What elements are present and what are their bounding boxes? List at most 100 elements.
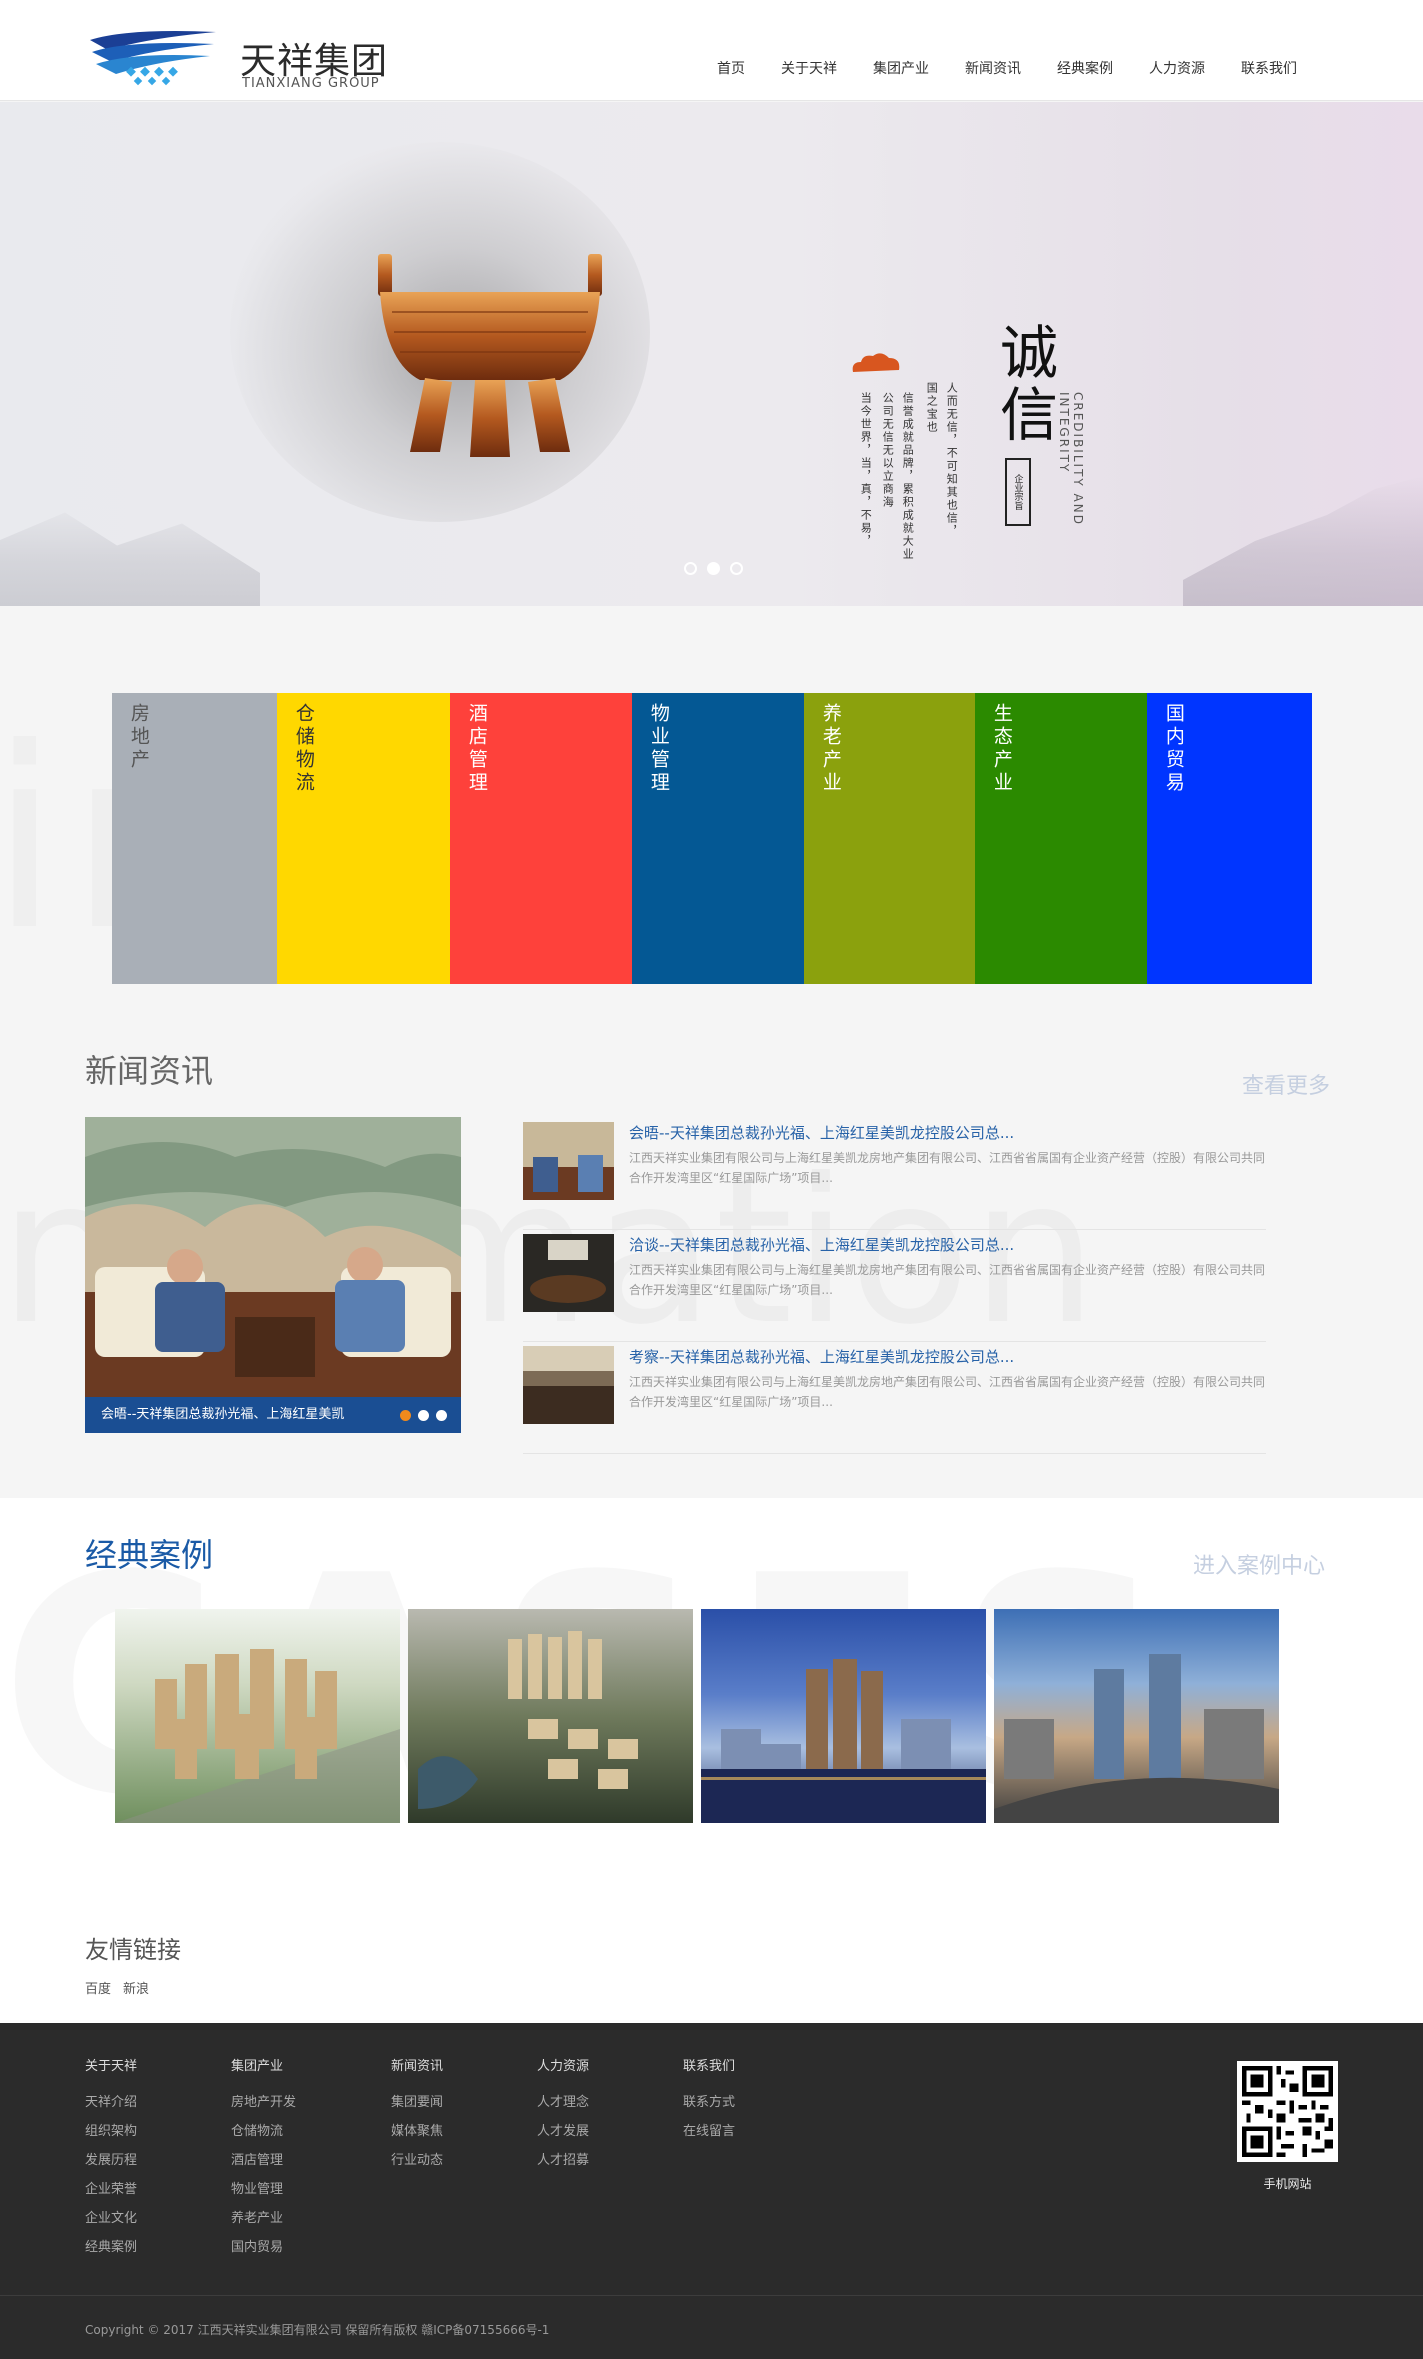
news-title[interactable]: 洽谈--天祥集团总裁孙光福、上海红星美凯龙控股公司总... — [629, 1234, 1014, 1255]
footer-column-heading[interactable]: 关于天祥 — [85, 2055, 231, 2074]
logo[interactable]: 天祥集团 TIANXIANG GROUP — [88, 28, 388, 91]
industry-blocks: 房地产 仓储物流 酒店管理 物业管理 养老产业 生态产业 国内贸易 — [112, 693, 1312, 984]
slider-dot-active[interactable] — [400, 1410, 411, 1421]
footer-link[interactable]: 人才理念 — [537, 2088, 683, 2117]
friend-links-section: 友情链接 百度 新浪 — [0, 1860, 1423, 2023]
site-header: 天祥集团 TIANXIANG GROUP 首页 关于天祥 集团产业 新闻资讯 经… — [0, 0, 1423, 101]
footer-link[interactable]: 组织架构 — [85, 2117, 231, 2146]
industry-block-realestate[interactable]: 房地产 — [112, 693, 277, 984]
footer-link[interactable]: 在线留言 — [683, 2117, 829, 2146]
footer-link[interactable]: 集团要闻 — [391, 2088, 537, 2117]
industry-section: industr 房地产 仓储物流 酒店管理 物业管理 养老产业 生态产业 国内贸… — [0, 606, 1423, 1046]
footer-column: 联系我们 联系方式 在线留言 — [683, 2055, 829, 2262]
industry-label: 国内贸易 — [1162, 703, 1185, 795]
industry-label: 仓储物流 — [292, 703, 315, 795]
slider-dot[interactable] — [436, 1410, 447, 1421]
nav-contact[interactable]: 联系我们 — [1223, 58, 1297, 78]
news-title[interactable]: 会晤--天祥集团总裁孙光福、上海红星美凯龙控股公司总... — [629, 1122, 1014, 1143]
footer-link[interactable]: 企业荣誉 — [85, 2175, 231, 2204]
footer-link[interactable]: 养老产业 — [231, 2204, 391, 2233]
case-card[interactable] — [994, 1609, 1279, 1823]
footer-link[interactable]: 媒体聚焦 — [391, 2117, 537, 2146]
footer-link[interactable]: 企业文化 — [85, 2204, 231, 2233]
friend-link[interactable]: 新浪 — [123, 1978, 149, 1997]
slogan-line: 信誉成就品牌，累积成就大业 — [901, 392, 915, 561]
footer-column-heading[interactable]: 人力资源 — [537, 2055, 683, 2074]
nav-about[interactable]: 关于天祥 — [763, 58, 855, 78]
cloud-ornament-icon — [852, 353, 900, 372]
industry-label: 生态产业 — [990, 703, 1013, 795]
hero-banner[interactable]: 人而无信，不可知其也信， 国之宝也 信誉成就品牌，累积成就大业 公司无信无以立商… — [0, 102, 1423, 606]
industry-label: 酒店管理 — [465, 703, 488, 795]
nav-hr[interactable]: 人力资源 — [1131, 58, 1223, 78]
slogan-line: 国之宝也 — [925, 382, 939, 434]
main-nav: 首页 关于天祥 集团产业 新闻资讯 经典案例 人力资源 联系我们 — [699, 58, 1297, 78]
news-section: Information 新闻资讯 查看更多 会晤--天祥集团总裁孙光福、上海红星… — [0, 1046, 1423, 1498]
qr-code — [1237, 2061, 1338, 2162]
industry-block-logistics[interactable]: 仓储物流 — [277, 693, 450, 984]
case-card[interactable] — [115, 1609, 400, 1823]
cases-more-link[interactable]: 进入案例中心 — [1193, 1548, 1325, 1580]
featured-news-slider[interactable]: 会晤--天祥集团总裁孙光福、上海红星美凯 — [85, 1117, 461, 1433]
seal-stamp: 企业宗旨 — [1005, 458, 1031, 526]
banner-dot[interactable] — [730, 562, 743, 575]
news-item[interactable]: 考察--天祥集团总裁孙光福、上海红星美凯龙控股公司总... 江西天祥实业集团有限… — [523, 1342, 1266, 1454]
friend-links-title: 友情链接 — [85, 1936, 181, 1964]
banner-title: 诚信 — [990, 322, 1058, 446]
footer-link[interactable]: 物业管理 — [231, 2175, 391, 2204]
nav-news[interactable]: 新闻资讯 — [947, 58, 1039, 78]
nav-cases[interactable]: 经典案例 — [1039, 58, 1131, 78]
footer-column: 人力资源 人才理念 人才发展 人才招募 — [537, 2055, 683, 2262]
banner-dot[interactable] — [684, 562, 697, 575]
footer-column-heading[interactable]: 集团产业 — [231, 2055, 391, 2074]
footer-link[interactable]: 人才招募 — [537, 2146, 683, 2175]
case-photo — [701, 1659, 986, 1823]
news-item[interactable]: 洽谈--天祥集团总裁孙光福、上海红星美凯龙控股公司总... 江西天祥实业集团有限… — [523, 1230, 1266, 1342]
slogan-line: 公司无信无以立商海 — [881, 392, 895, 509]
mountain-illustration — [1183, 476, 1423, 606]
banner-subtitle: CREDIBILITY AND INTEGRITY — [1057, 392, 1085, 526]
footer-link[interactable]: 人才发展 — [537, 2117, 683, 2146]
footer-link[interactable]: 发展历程 — [85, 2146, 231, 2175]
industry-block-trade[interactable]: 国内贸易 — [1147, 693, 1312, 984]
slider-dot[interactable] — [418, 1410, 429, 1421]
news-more-link[interactable]: 查看更多 — [1242, 1068, 1330, 1100]
industry-block-property[interactable]: 物业管理 — [632, 693, 804, 984]
featured-news-pagination — [400, 1410, 447, 1421]
news-title[interactable]: 考察--天祥集团总裁孙光福、上海红星美凯龙控股公司总... — [629, 1346, 1014, 1367]
footer-link[interactable]: 酒店管理 — [231, 2146, 391, 2175]
footer-column-heading[interactable]: 联系我们 — [683, 2055, 829, 2074]
featured-news-photo — [85, 1117, 461, 1397]
industry-block-hotel[interactable]: 酒店管理 — [450, 693, 632, 984]
footer-column-heading[interactable]: 新闻资讯 — [391, 2055, 537, 2074]
footer-link[interactable]: 国内贸易 — [231, 2233, 391, 2262]
site-footer: 关于天祥 天祥介绍 组织架构 发展历程 企业荣誉 企业文化 经典案例 集团产业 … — [0, 2023, 1423, 2359]
news-thumbnail — [523, 1234, 614, 1312]
nav-home[interactable]: 首页 — [699, 58, 763, 78]
industry-label: 养老产业 — [819, 703, 842, 795]
footer-link[interactable]: 联系方式 — [683, 2088, 829, 2117]
friend-link[interactable]: 百度 — [85, 1978, 111, 1997]
banner-pagination — [684, 562, 743, 575]
logo-name-en: TIANXIANG GROUP — [242, 76, 380, 91]
case-card[interactable] — [701, 1609, 986, 1823]
news-item[interactable]: 会晤--天祥集团总裁孙光福、上海红星美凯龙控股公司总... 江西天祥实业集团有限… — [523, 1118, 1266, 1230]
banner-dot-active[interactable] — [707, 562, 720, 575]
news-summary: 江西天祥实业集团有限公司与上海红星美凯龙房地产集团有限公司、江西省省属国有企业资… — [629, 1151, 1266, 1185]
industry-block-ecology[interactable]: 生态产业 — [975, 693, 1147, 984]
industry-block-elderly[interactable]: 养老产业 — [804, 693, 975, 984]
bronze-ding-icon — [378, 254, 602, 457]
footer-link[interactable]: 天祥介绍 — [85, 2088, 231, 2117]
footer-nav: 关于天祥 天祥介绍 组织架构 发展历程 企业荣誉 企业文化 经典案例 集团产业 … — [85, 2055, 829, 2262]
cases-section-title: 经典案例 — [85, 1536, 214, 1574]
case-card[interactable] — [408, 1609, 693, 1823]
mountain-illustration — [0, 512, 260, 606]
footer-link[interactable]: 经典案例 — [85, 2233, 231, 2262]
industry-label: 物业管理 — [647, 703, 670, 795]
footer-link[interactable]: 房地产开发 — [231, 2088, 391, 2117]
footer-column: 集团产业 房地产开发 仓储物流 酒店管理 物业管理 养老产业 国内贸易 — [231, 2055, 391, 2262]
footer-link[interactable]: 行业动态 — [391, 2146, 537, 2175]
footer-link[interactable]: 仓储物流 — [231, 2117, 391, 2146]
nav-industry[interactable]: 集团产业 — [855, 58, 947, 78]
news-summary: 江西天祥实业集团有限公司与上海红星美凯龙房地产集团有限公司、江西省省属国有企业资… — [629, 1263, 1266, 1297]
